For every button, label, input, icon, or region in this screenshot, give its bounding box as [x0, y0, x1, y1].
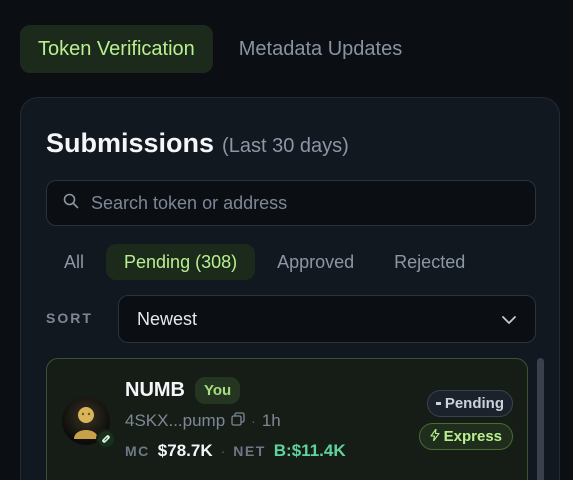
filter-rejected[interactable]: Rejected [376, 244, 483, 280]
sort-value: Newest [137, 308, 198, 329]
sort-select[interactable]: Newest [118, 295, 536, 343]
filter-pending[interactable]: Pending (308) [106, 244, 256, 280]
mc-value: $78.7K [157, 441, 213, 460]
panel-subtitle: (Last 30 days) [222, 135, 349, 157]
scrollbar-thumb[interactable] [537, 358, 544, 480]
you-badge: You [195, 377, 241, 404]
top-tabs: Token Verification Metadata Updates [20, 25, 420, 73]
tab-metadata-updates[interactable]: Metadata Updates [221, 25, 420, 73]
status-filters: All Pending (308) Approved Rejected [46, 244, 483, 280]
submissions-panel: Submissions (Last 30 days) All Pending (… [20, 97, 560, 480]
express-label: Express [443, 428, 502, 445]
separator-dot: · [251, 413, 256, 429]
search-icon [63, 193, 79, 214]
token-address-row: 4SKX...pump · 1h [125, 411, 281, 431]
status-badge: Pending [426, 390, 513, 417]
copy-icon[interactable] [231, 411, 245, 431]
token-age: 1h [261, 411, 281, 430]
express-badge: Express [418, 423, 513, 450]
token-name: NUMB [125, 379, 185, 401]
separator-dot: · [220, 443, 226, 459]
net-value: B:$11.4K [273, 441, 346, 460]
panel-title: Submissions [46, 128, 215, 158]
panel-header: Submissions (Last 30 days) [46, 128, 349, 159]
status-dot-icon [435, 402, 441, 405]
net-label: NET [233, 443, 266, 459]
chevron-down-icon [501, 309, 517, 330]
sort-label: SORT [46, 310, 93, 326]
search-box[interactable] [46, 180, 536, 226]
filter-approved[interactable]: Approved [259, 244, 372, 280]
pill-icon [96, 429, 116, 449]
token-stats: MC $78.7K · NET B:$11.4K [125, 441, 346, 461]
mc-label: MC [125, 443, 150, 459]
submission-card[interactable]: NUMB You 4SKX...pump · 1h MC $78.7K · NE… [46, 358, 528, 480]
token-avatar [62, 397, 116, 449]
status-label: Pending [444, 395, 504, 412]
search-input[interactable] [91, 192, 511, 214]
tab-token-verification[interactable]: Token Verification [20, 25, 213, 73]
token-address: 4SKX...pump [125, 411, 226, 430]
token-name-row: NUMB You [125, 377, 241, 404]
lightning-icon [430, 428, 440, 445]
filter-all[interactable]: All [46, 244, 102, 280]
